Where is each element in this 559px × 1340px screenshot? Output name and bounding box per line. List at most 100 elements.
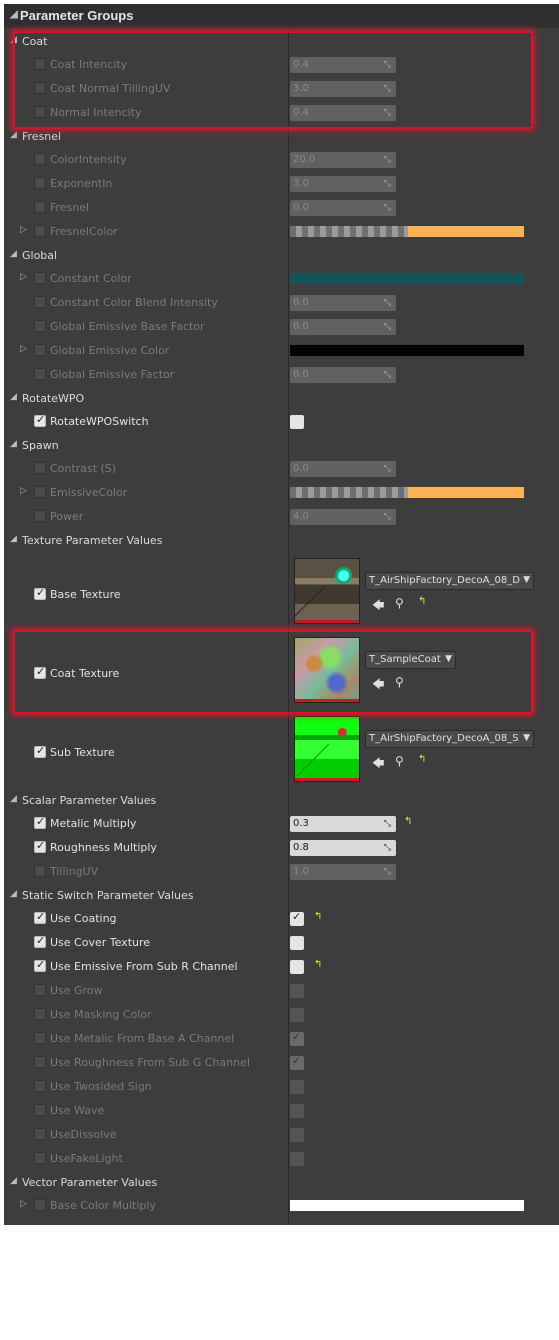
switch-checkbox[interactable] xyxy=(290,984,304,998)
value-field[interactable]: 0.4 ⤡ xyxy=(290,57,396,73)
switch-checkbox[interactable] xyxy=(290,1030,304,1046)
param-row-rotatewpo-switch: RotateWPOSwitch xyxy=(4,410,559,434)
texture-thumbnail[interactable] xyxy=(294,637,360,703)
value-field[interactable]: 3.0 ⤡ xyxy=(290,176,396,192)
override-checkbox[interactable] xyxy=(34,153,46,165)
override-checkbox[interactable] xyxy=(34,486,46,498)
value-field[interactable]: 20.0 ⤡ xyxy=(290,152,396,168)
override-checkbox[interactable] xyxy=(34,320,46,332)
override-checkbox[interactable] xyxy=(34,744,46,758)
texture-thumbnail[interactable] xyxy=(294,558,360,624)
triangle-right-icon[interactable]: ▷ xyxy=(20,225,27,235)
override-checkbox[interactable] xyxy=(34,462,46,474)
override-checkbox[interactable] xyxy=(34,839,46,853)
switch-checkbox[interactable] xyxy=(290,936,304,950)
value-field[interactable]: 0.0 ⤡ xyxy=(290,461,396,477)
override-checkbox[interactable] xyxy=(34,1199,46,1211)
override-checkbox[interactable] xyxy=(34,177,46,189)
override-checkbox[interactable] xyxy=(34,1080,46,1092)
color-swatch[interactable] xyxy=(290,345,524,356)
reset-arrow-icon[interactable]: ↰ xyxy=(314,911,322,922)
override-checkbox[interactable] xyxy=(34,58,46,70)
switch-checkbox[interactable] xyxy=(290,1008,304,1022)
magnifier-icon[interactable]: ⚲ xyxy=(395,754,404,768)
group-static-switch-parameter-values[interactable]: ◢ Static Switch Parameter Values xyxy=(4,886,559,906)
switch-checkbox[interactable] xyxy=(290,1152,304,1166)
switch-checkbox[interactable] xyxy=(290,910,304,926)
texture-asset-combo[interactable]: T_SampleCoat ▼ xyxy=(365,651,456,669)
override-checkbox[interactable] xyxy=(34,510,46,522)
value-field[interactable]: 0.0 ⤡ xyxy=(290,295,396,311)
magnifier-icon[interactable]: ⚲ xyxy=(395,675,404,689)
value-field[interactable]: 0.0 ⤡ xyxy=(290,319,396,335)
value-field[interactable]: 1.0 ⤡ xyxy=(290,864,396,880)
override-checkbox[interactable] xyxy=(34,665,46,679)
group-scalar-parameter-values[interactable]: ◢ Scalar Parameter Values xyxy=(4,791,559,811)
arrow-left-icon[interactable]: 🡄 xyxy=(372,596,384,617)
override-checkbox[interactable] xyxy=(34,82,46,94)
group-rotatewpo[interactable]: ◢ RotateWPO xyxy=(4,389,559,409)
triangle-right-icon[interactable]: ▷ xyxy=(20,486,27,496)
value-field[interactable]: 0.0 ⤡ xyxy=(290,367,396,383)
texture-asset-combo[interactable]: T_AirShipFactory_DecoA_08_S ▼ xyxy=(365,730,534,748)
triangle-right-icon[interactable]: ▷ xyxy=(20,272,27,282)
override-checkbox[interactable] xyxy=(34,958,46,972)
override-checkbox[interactable] xyxy=(34,586,46,600)
group-spawn[interactable]: ◢ Spawn xyxy=(4,436,559,456)
arrow-left-icon[interactable]: 🡄 xyxy=(372,754,384,775)
override-checkbox[interactable] xyxy=(34,865,46,877)
override-checkbox[interactable] xyxy=(34,910,46,924)
reset-arrow-icon[interactable]: ↰ xyxy=(314,959,322,970)
triangle-right-icon[interactable]: ▷ xyxy=(20,344,27,354)
override-checkbox[interactable] xyxy=(34,201,46,213)
group-coat[interactable]: ◢ Coat xyxy=(4,32,559,52)
group-texture-parameter-values[interactable]: ◢ Texture Parameter Values xyxy=(4,531,559,551)
switch-checkbox[interactable] xyxy=(290,960,304,974)
value-field[interactable]: 0.0 ⤡ xyxy=(290,200,396,216)
override-checkbox[interactable] xyxy=(34,272,46,284)
switch-checkbox[interactable] xyxy=(290,1128,304,1142)
param-name: Use Metalic From Base A Channel xyxy=(50,1032,235,1045)
override-checkbox[interactable] xyxy=(34,1152,46,1164)
override-checkbox[interactable] xyxy=(34,106,46,118)
param-row-fresnel: Fresnel 0.0 ⤡ xyxy=(4,196,559,220)
override-checkbox[interactable] xyxy=(34,368,46,380)
color-swatch[interactable] xyxy=(290,226,524,237)
override-checkbox[interactable] xyxy=(34,1032,46,1044)
reset-arrow-icon[interactable]: ↰ xyxy=(418,754,426,765)
override-checkbox[interactable] xyxy=(34,344,46,356)
magnifier-icon[interactable]: ⚲ xyxy=(395,596,404,610)
group-global[interactable]: ◢ Global xyxy=(4,246,559,266)
color-swatch[interactable] xyxy=(290,1200,524,1211)
triangle-right-icon[interactable]: ▷ xyxy=(20,1199,27,1209)
override-checkbox[interactable] xyxy=(34,815,46,829)
override-checkbox[interactable] xyxy=(34,225,46,237)
override-checkbox[interactable] xyxy=(34,296,46,308)
switch-checkbox[interactable] xyxy=(290,415,304,429)
reset-arrow-icon[interactable]: ↰ xyxy=(404,816,412,827)
reset-arrow-icon[interactable]: ↰ xyxy=(418,596,426,607)
override-checkbox[interactable] xyxy=(34,934,46,948)
value-field[interactable]: 4.0 ⤡ xyxy=(290,509,396,525)
switch-checkbox[interactable] xyxy=(290,1054,304,1070)
override-checkbox[interactable] xyxy=(34,413,46,427)
texture-asset-combo[interactable]: T_AirShipFactory_DecoA_08_D ▼ xyxy=(365,572,534,590)
override-checkbox[interactable] xyxy=(34,1008,46,1020)
group-vector-parameter-values[interactable]: ◢ Vector Parameter Values xyxy=(4,1173,559,1193)
value-field[interactable]: 3.0 ⤡ xyxy=(290,81,396,97)
value-field[interactable]: 0.4 ⤡ xyxy=(290,105,396,121)
override-checkbox[interactable] xyxy=(34,984,46,996)
value-field[interactable]: 0.8 ⤡ xyxy=(290,840,396,856)
override-checkbox[interactable] xyxy=(34,1056,46,1068)
group-fresnel[interactable]: ◢ Fresnel xyxy=(4,127,559,147)
switch-checkbox[interactable] xyxy=(290,1080,304,1094)
value-field[interactable]: 0.3 ⤡ xyxy=(290,816,396,832)
parameter-groups-header[interactable]: ◢ Parameter Groups xyxy=(4,4,559,28)
texture-thumbnail[interactable] xyxy=(294,716,360,782)
override-checkbox[interactable] xyxy=(34,1104,46,1116)
override-checkbox[interactable] xyxy=(34,1128,46,1140)
color-swatch[interactable] xyxy=(290,487,524,498)
switch-checkbox[interactable] xyxy=(290,1104,304,1118)
color-swatch[interactable] xyxy=(290,273,524,284)
arrow-left-icon[interactable]: 🡄 xyxy=(372,675,384,696)
